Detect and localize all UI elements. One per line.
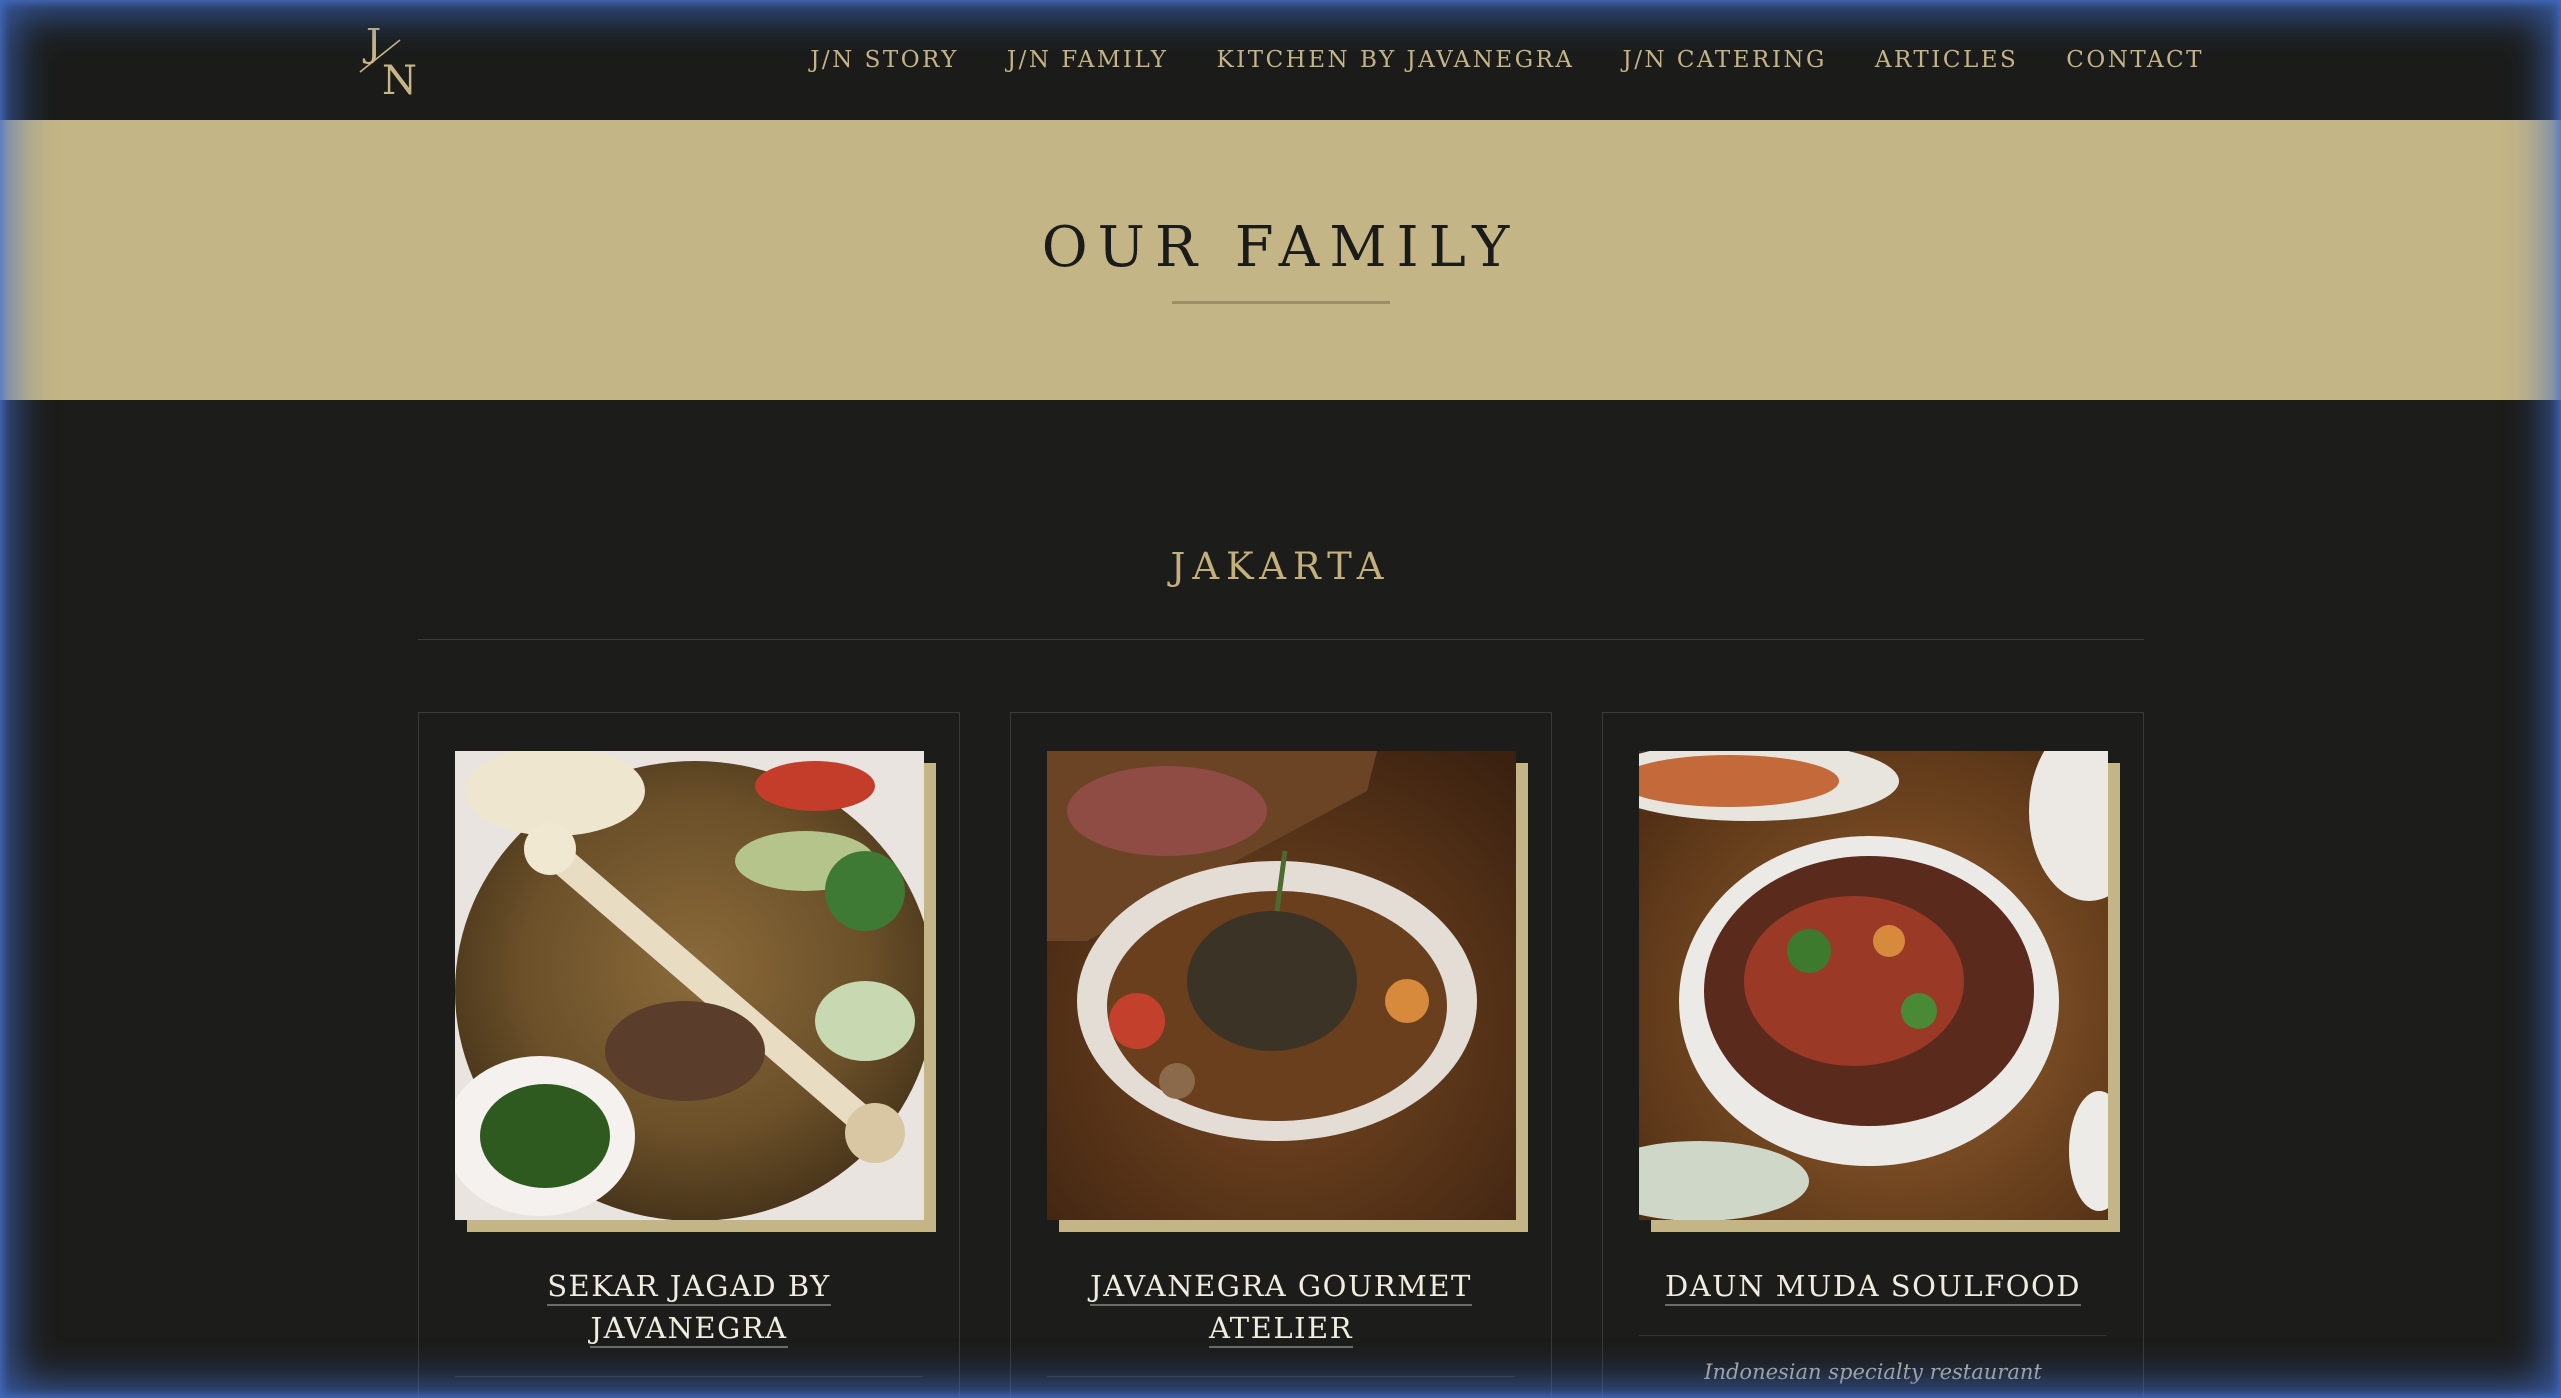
restaurant-title-link[interactable]: DAUN MUDA SOULFOOD <box>1623 1265 2123 1307</box>
card-divider <box>1047 1376 1515 1377</box>
nav-item-jn-family[interactable]: J/N FAMILY <box>1007 47 1169 73</box>
restaurant-description: Indonesian specialty restaurant <box>1704 1360 2042 1384</box>
restaurant-card-javanegra-gourmet: JAVANEGRA GOURMET ATELIER <box>1010 712 1552 1398</box>
card-image-frame[interactable] <box>455 751 936 1232</box>
restaurant-card-daun-muda: DAUN MUDA SOULFOOD Indonesian specialty … <box>1602 712 2144 1398</box>
section-title-jakarta: JAKARTA <box>1170 545 1391 588</box>
jn-logo-icon[interactable]: J N <box>356 18 426 102</box>
restaurant-title-link[interactable]: JAVANEGRA GOURMET ATELIER <box>1031 1265 1531 1349</box>
title-underline <box>1172 301 1390 304</box>
nav-item-contact[interactable]: CONTACT <box>2066 47 2204 73</box>
restaurant-title-line1[interactable]: DAUN MUDA SOULFOOD <box>1664 1269 2082 1306</box>
restaurant-title-line2[interactable]: ATELIER <box>1208 1311 1354 1348</box>
section-divider <box>418 639 2144 640</box>
site-header: J N J/N STORY J/N FAMILY KITCHEN BY JAVA… <box>0 0 2561 120</box>
hero-banner: OUR FAMILY <box>0 120 2561 400</box>
nav-item-jn-story[interactable]: J/N STORY <box>810 47 959 73</box>
restaurant-title-link[interactable]: SEKAR JAGAD BY JAVANEGRA <box>439 1265 939 1349</box>
card-divider <box>1639 1335 2107 1336</box>
nav-item-articles[interactable]: ARTICLES <box>1875 47 2018 73</box>
svg-text:N: N <box>382 58 417 102</box>
restaurant-title-line1[interactable]: SEKAR JAGAD BY <box>547 1269 831 1306</box>
card-divider <box>455 1376 923 1377</box>
card-image-frame[interactable] <box>1639 751 2120 1232</box>
main-nav: J/N STORY J/N FAMILY KITCHEN BY JAVANEGR… <box>762 0 2204 120</box>
restaurant-title-line1[interactable]: JAVANEGRA GOURMET <box>1090 1269 1472 1306</box>
salad-bowl-photo-icon[interactable] <box>1639 751 2108 1220</box>
restaurant-card-sekar-jagad: SEKAR JAGAD BY JAVANEGRA <box>418 712 960 1398</box>
plated-meat-photo-icon[interactable] <box>1047 751 1516 1220</box>
page-title: OUR FAMILY <box>1041 215 1520 280</box>
rice-dish-photo-icon[interactable] <box>455 751 924 1220</box>
nav-item-kitchen-by-javanegra[interactable]: KITCHEN BY JAVANEGRA <box>1216 47 1574 73</box>
restaurant-title-line2[interactable]: JAVANEGRA <box>590 1311 788 1348</box>
svg-text:J: J <box>362 21 381 65</box>
card-image-frame[interactable] <box>1047 751 1528 1232</box>
nav-item-jn-catering[interactable]: J/N CATERING <box>1623 47 1827 73</box>
